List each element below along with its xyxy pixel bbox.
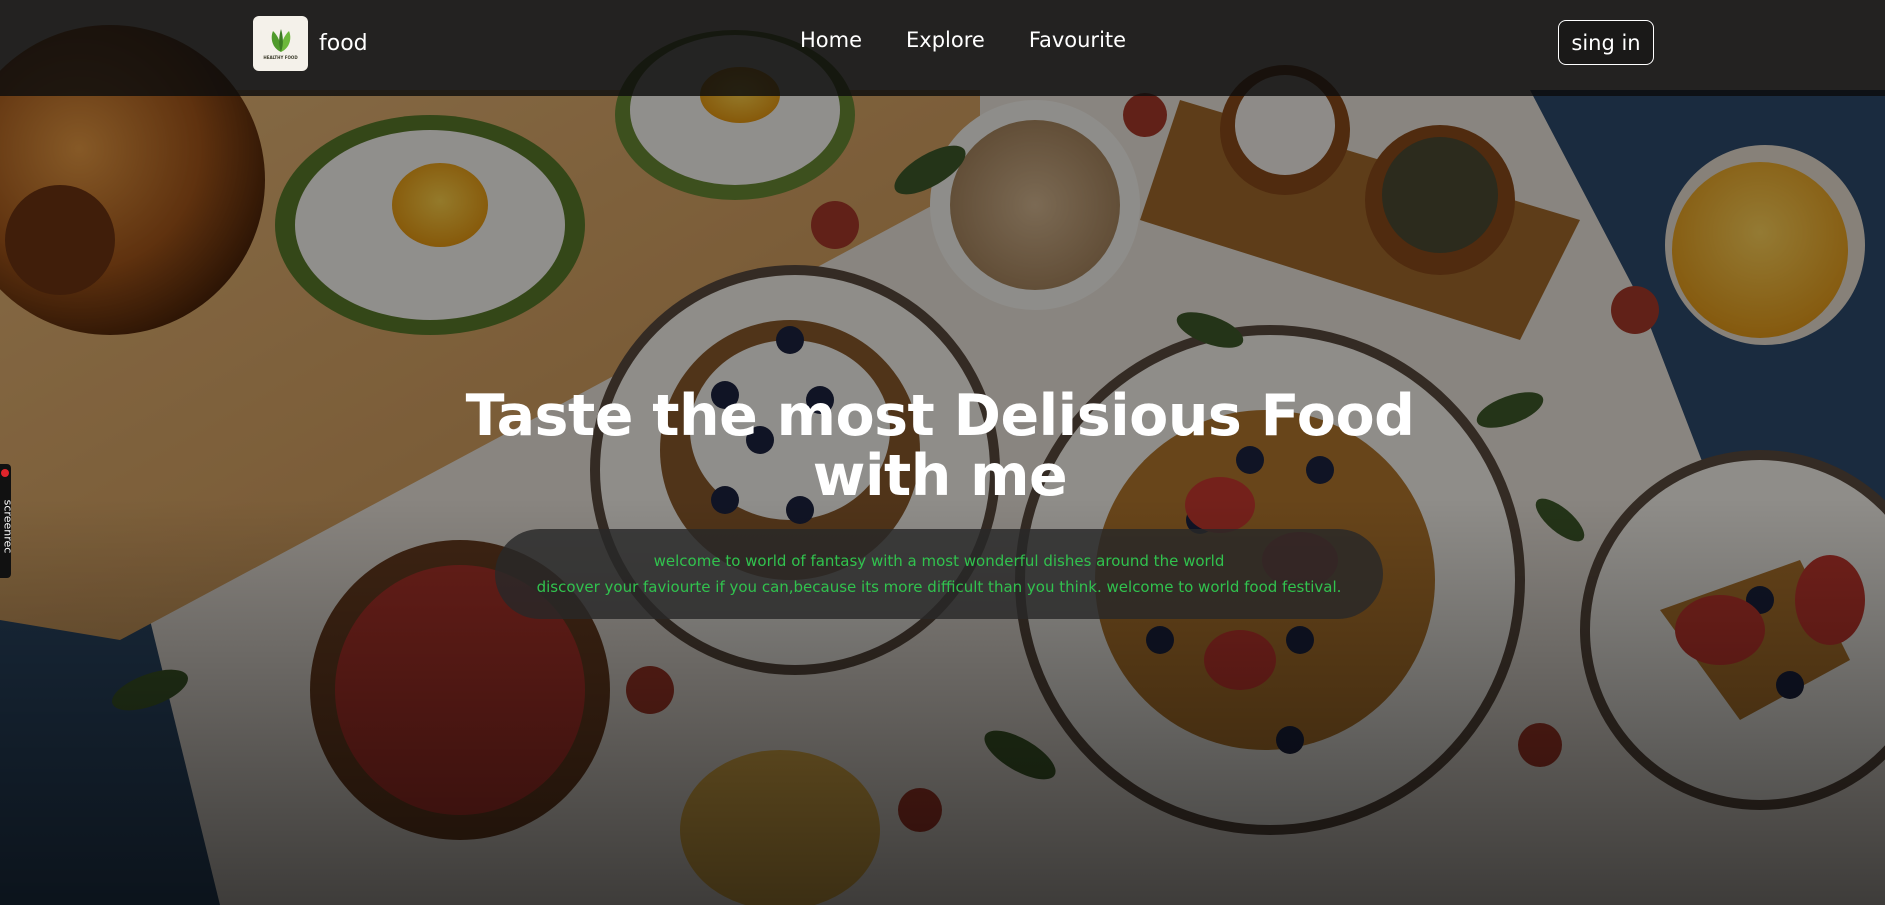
nav-favourite-link[interactable]: Favourite xyxy=(1029,28,1126,52)
leaf-logo-icon xyxy=(271,28,290,52)
nav-explore-link[interactable]: Explore xyxy=(906,28,985,52)
logo-wordmark: HEALTHY FOOD xyxy=(263,54,298,60)
hero-subtitle-line-1: welcome to world of fantasy with a most … xyxy=(653,552,1225,570)
sign-in-button[interactable]: sing in xyxy=(1558,20,1654,65)
brand[interactable]: HEALTHY FOOD food xyxy=(253,16,368,71)
brand-logo[interactable]: HEALTHY FOOD xyxy=(253,16,308,71)
main-nav: Home Explore Favourite xyxy=(800,28,1126,52)
record-dot-icon xyxy=(1,469,9,477)
top-navbar: HEALTHY FOOD food Home Explore Favourite… xyxy=(0,0,1885,96)
hero-subtitle-line-2: discover your faviourte if you can,becau… xyxy=(536,578,1342,596)
brand-name[interactable]: food xyxy=(319,31,368,56)
screen-recorder-label: screenrec xyxy=(1,499,12,554)
hero-title: Taste the most Delisious Food with me xyxy=(465,383,1415,509)
hero-subtitle-box: welcome to world of fantasy with a most … xyxy=(495,529,1383,619)
screen-recorder-tab[interactable]: screenrec xyxy=(0,464,11,578)
nav-home-link[interactable]: Home xyxy=(800,28,862,52)
